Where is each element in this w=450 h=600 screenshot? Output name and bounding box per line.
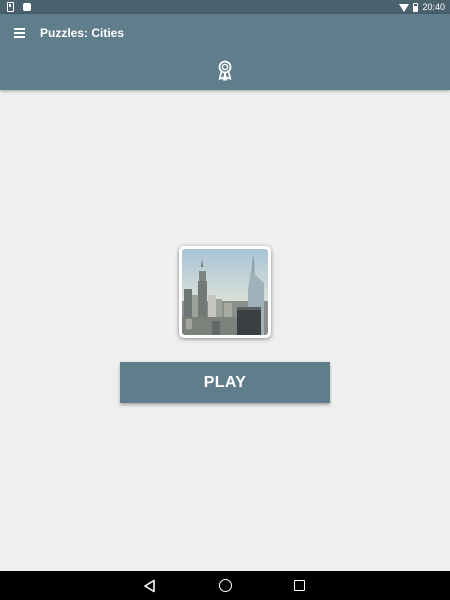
- city-skyline-image: [182, 249, 268, 335]
- battery-icon: [413, 2, 419, 12]
- wifi-icon: [399, 3, 410, 12]
- back-icon[interactable]: [143, 579, 157, 593]
- play-button[interactable]: PLAY: [120, 362, 330, 403]
- navigation-bar: [0, 571, 450, 600]
- home-icon[interactable]: [219, 579, 232, 592]
- recent-apps-icon[interactable]: [294, 580, 305, 591]
- app-title: Puzzles: Cities: [40, 26, 125, 40]
- status-bar: 20:40: [0, 0, 450, 14]
- app-bar: Puzzles: Cities: [0, 14, 450, 90]
- android-icon: [23, 3, 31, 11]
- status-time: 20:40: [422, 2, 445, 12]
- sim-icon: [7, 2, 14, 12]
- award-ribbon-icon[interactable]: [215, 60, 235, 82]
- hamburger-menu-icon[interactable]: [11, 24, 33, 42]
- puzzle-thumbnail[interactable]: [179, 246, 271, 338]
